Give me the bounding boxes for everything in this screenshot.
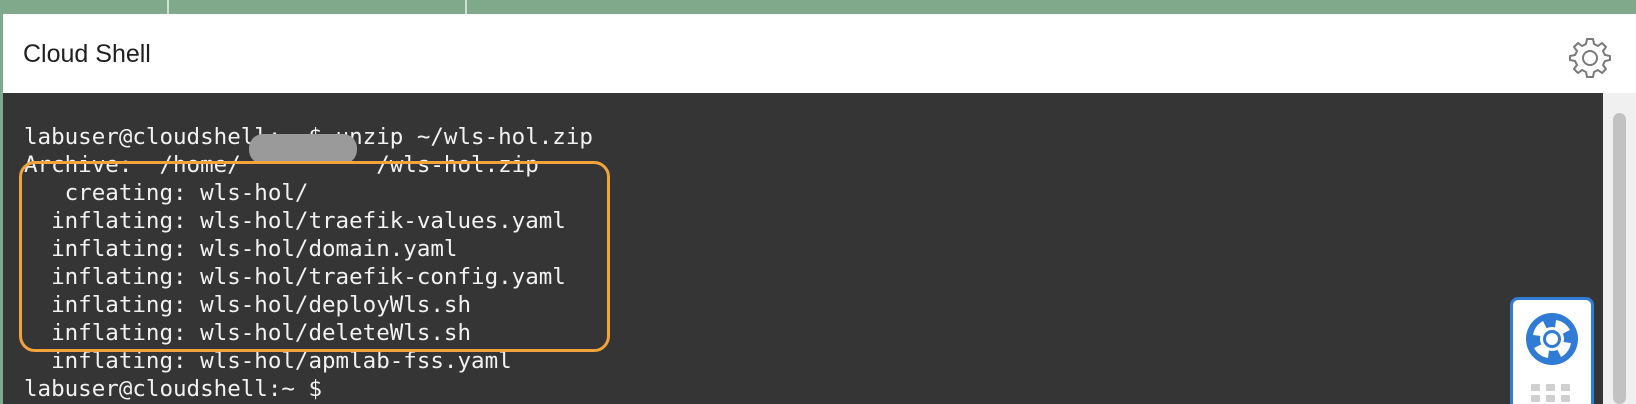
redaction-mark [249, 134, 357, 164]
lifebuoy-icon[interactable] [1523, 310, 1581, 368]
panel-header: Cloud Shell [3, 14, 1636, 94]
help-widget[interactable] [1510, 297, 1594, 404]
background-divider [465, 0, 467, 14]
scrollbar-thumb[interactable] [1613, 113, 1626, 404]
terminal-prompt: labuser@cloudshell:~ $ [24, 376, 336, 402]
highlight-box [19, 161, 610, 352]
background-divider [167, 0, 169, 14]
scrollbar[interactable] [1603, 93, 1636, 404]
drag-handle[interactable] [1531, 384, 1575, 402]
gear-icon[interactable] [1569, 36, 1611, 78]
panel-title: Cloud Shell [23, 40, 151, 68]
background-strip [0, 0, 1636, 14]
